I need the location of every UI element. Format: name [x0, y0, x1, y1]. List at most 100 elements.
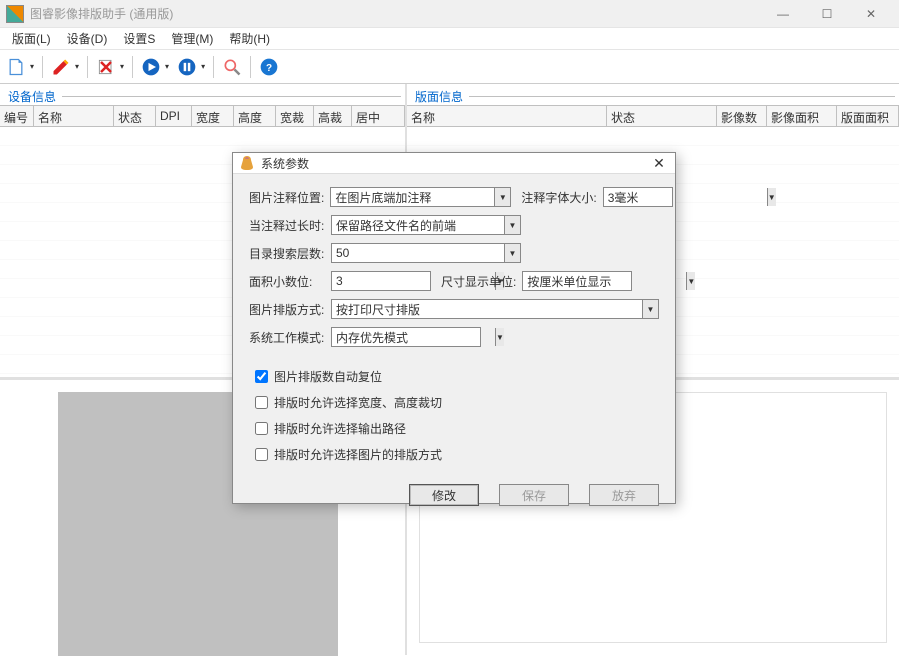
check-auto-reset-label: 图片排版数自动复位	[274, 368, 382, 385]
edit-button[interactable]: ▾	[49, 55, 81, 79]
minimize-button[interactable]: —	[761, 0, 805, 28]
input-annotation-font[interactable]	[604, 188, 767, 206]
col-hcrop[interactable]: 高裁	[314, 106, 352, 126]
col-id[interactable]: 编号	[0, 106, 34, 126]
input-annotation-long[interactable]	[332, 216, 504, 234]
dialog-title: 系统参数	[261, 155, 649, 172]
toolbar-separator	[250, 56, 251, 78]
menu-device[interactable]: 设备(D)	[59, 28, 116, 49]
combo-layout-mode[interactable]: ▼	[331, 299, 659, 319]
maximize-button[interactable]: ☐	[805, 0, 849, 28]
new-file-icon	[6, 57, 26, 77]
window-controls: — ☐ ✕	[761, 0, 893, 28]
check-allow-output-row[interactable]: 排版时允许选择输出路径	[255, 418, 659, 438]
combo-work-mode[interactable]: ▼	[331, 327, 481, 347]
toolbar-separator	[132, 56, 133, 78]
system-params-dialog: 系统参数 ✕ 图片注释位置: ▼ 注释字体大小: ▼ 当注释过长时: ▼ 目录搜…	[232, 152, 676, 504]
label-size-unit: 尺寸显示单位:	[441, 273, 516, 290]
device-info-label: 设备信息	[0, 84, 405, 105]
window-title: 图睿影像排版助手 (通用版)	[30, 5, 761, 22]
check-auto-reset-row[interactable]: 图片排版数自动复位	[255, 366, 659, 386]
settings-bag-icon	[239, 155, 255, 171]
chevron-down-icon[interactable]: ▼	[642, 300, 658, 318]
combo-area-decimals[interactable]: ▼	[331, 271, 431, 291]
label-layout-mode: 图片排版方式:	[249, 301, 325, 318]
col-imgarea[interactable]: 影像面积	[767, 106, 837, 126]
input-dir-depth[interactable]	[332, 244, 504, 262]
input-layout-mode[interactable]	[332, 300, 642, 318]
dialog-close-button[interactable]: ✕	[649, 153, 669, 173]
label-dir-depth: 目录搜索层数:	[249, 245, 325, 262]
label-work-mode: 系统工作模式:	[249, 329, 325, 346]
delete-button[interactable]: ▾	[94, 55, 126, 79]
layout-grid-header: 名称 状态 影像数 影像面积 版面面积	[407, 105, 899, 127]
col-dpi[interactable]: DPI	[156, 106, 192, 126]
combo-dir-depth[interactable]: ▼	[331, 243, 521, 263]
app-icon	[6, 5, 24, 23]
chevron-down-icon[interactable]: ▼	[504, 244, 520, 262]
dialog-titlebar[interactable]: 系统参数 ✕	[233, 153, 675, 174]
col-pagearea[interactable]: 版面面积	[837, 106, 899, 126]
check-allow-crop[interactable]	[255, 396, 268, 409]
combo-size-unit[interactable]: ▼	[522, 271, 632, 291]
window-titlebar: 图睿影像排版助手 (通用版) — ☐ ✕	[0, 0, 899, 28]
toolbar: ▾ ▾ ▾ ▾ ▾ ?	[0, 50, 899, 84]
close-button[interactable]: ✕	[849, 0, 893, 28]
save-button[interactable]: 保存	[499, 484, 569, 506]
discard-button[interactable]: 放弃	[589, 484, 659, 506]
svg-text:?: ?	[266, 63, 272, 74]
col-name[interactable]: 名称	[34, 106, 114, 126]
check-auto-reset[interactable]	[255, 370, 268, 383]
col-imgnum[interactable]: 影像数	[717, 106, 767, 126]
chevron-down-icon[interactable]: ▼	[767, 188, 776, 206]
combo-annotation-long[interactable]: ▼	[331, 215, 521, 235]
chevron-down-icon[interactable]: ▼	[504, 216, 520, 234]
menu-bar: 版面(L) 设备(D) 设置S 管理(M) 帮助(H)	[0, 28, 899, 50]
help-button[interactable]: ?	[257, 55, 281, 79]
check-allow-layout[interactable]	[255, 448, 268, 461]
col-wcrop[interactable]: 宽裁	[276, 106, 314, 126]
dropdown-arrow-icon: ▾	[199, 62, 207, 71]
input-size-unit[interactable]	[523, 272, 686, 290]
col-width[interactable]: 宽度	[192, 106, 234, 126]
dropdown-arrow-icon: ▾	[118, 62, 126, 71]
check-allow-crop-row[interactable]: 排版时允许选择宽度、高度裁切	[255, 392, 659, 412]
dropdown-arrow-icon: ▾	[73, 62, 81, 71]
check-allow-output[interactable]	[255, 422, 268, 435]
check-allow-layout-row[interactable]: 排版时允许选择图片的排版方式	[255, 444, 659, 464]
input-work-mode[interactable]	[332, 328, 495, 346]
menu-manage[interactable]: 管理(M)	[163, 28, 221, 49]
layout-info-label: 版面信息	[407, 84, 899, 105]
col-status[interactable]: 状态	[114, 106, 156, 126]
chevron-down-icon[interactable]: ▼	[495, 328, 504, 346]
combo-annotation-pos[interactable]: ▼	[330, 187, 511, 207]
chevron-down-icon[interactable]: ▼	[686, 272, 695, 290]
check-allow-layout-label: 排版时允许选择图片的排版方式	[274, 446, 442, 463]
combo-annotation-font[interactable]: ▼	[603, 187, 673, 207]
check-allow-crop-label: 排版时允许选择宽度、高度裁切	[274, 394, 442, 411]
help-icon: ?	[259, 57, 279, 77]
check-allow-output-label: 排版时允许选择输出路径	[274, 420, 406, 437]
device-grid-header: 编号 名称 状态 DPI 宽度 高度 宽裁 高裁 居中	[0, 105, 405, 127]
new-file-button[interactable]: ▾	[4, 55, 36, 79]
col-lname[interactable]: 名称	[407, 106, 607, 126]
menu-layout[interactable]: 版面(L)	[4, 28, 59, 49]
search-button[interactable]	[220, 55, 244, 79]
chevron-down-icon[interactable]: ▼	[494, 188, 510, 206]
input-annotation-pos[interactable]	[331, 188, 494, 206]
label-annotation-font: 注释字体大小:	[521, 189, 596, 206]
modify-button[interactable]: 修改	[409, 484, 479, 506]
dialog-footer: 修改 保存 放弃	[233, 476, 675, 518]
menu-help[interactable]: 帮助(H)	[221, 28, 278, 49]
dropdown-arrow-icon: ▾	[28, 62, 36, 71]
label-annotation-pos: 图片注释位置:	[249, 189, 324, 206]
play-button[interactable]: ▾	[139, 55, 171, 79]
col-lstatus[interactable]: 状态	[607, 106, 717, 126]
menu-settings[interactable]: 设置S	[115, 28, 163, 49]
search-icon	[222, 57, 242, 77]
col-height[interactable]: 高度	[234, 106, 276, 126]
delete-icon	[96, 57, 116, 77]
col-center[interactable]: 居中	[352, 106, 405, 126]
pencil-icon	[51, 57, 71, 77]
pause-button[interactable]: ▾	[175, 55, 207, 79]
